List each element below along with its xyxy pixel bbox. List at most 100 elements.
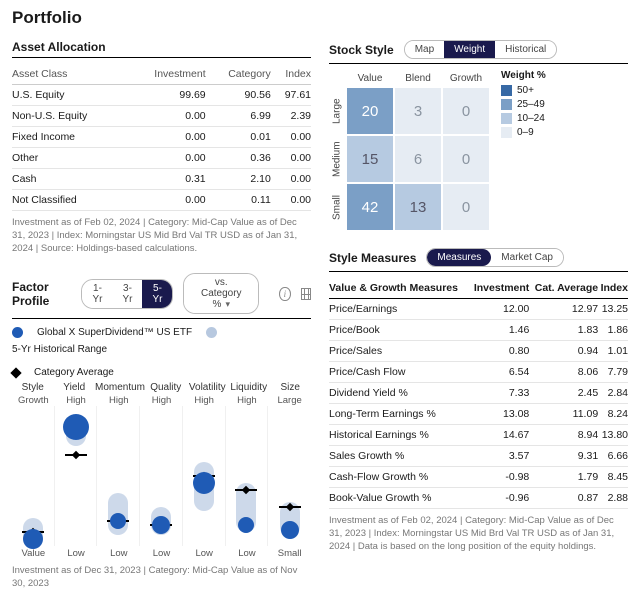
cell: 2.10 (206, 169, 271, 190)
cell: 1.79 (529, 467, 598, 488)
col-investment: Investment (469, 278, 529, 299)
legend-swatch (501, 113, 512, 124)
cell: 0.00 (127, 106, 206, 127)
table-row: Cash-Flow Growth %-0.981.798.45 (329, 467, 628, 488)
weight-legend: Weight % 50+25–4910–240–9 (501, 70, 546, 230)
factor-value-dot (152, 516, 170, 534)
cell: Cash (12, 169, 127, 190)
cell: 2.84 (598, 383, 628, 404)
cell: 99.69 (127, 85, 206, 106)
cell: 2.39 (271, 106, 311, 127)
table-row: Fixed Income0.000.010.00 (12, 127, 311, 148)
cell: Cash-Flow Growth % (329, 467, 469, 488)
factor-top-label: High (226, 395, 269, 406)
cell: Price/Cash Flow (329, 362, 469, 383)
tab-3yr[interactable]: 3-Yr (112, 280, 142, 308)
factor-bottom-label: Low (97, 546, 140, 559)
factor-name: Momentum (95, 382, 145, 395)
stock-style-tabs: Map Weight Historical (404, 40, 558, 59)
factor-category-marker (65, 454, 87, 456)
cell: 6.54 (469, 362, 529, 383)
table-row: Cash0.312.100.00 (12, 169, 311, 190)
cell: Price/Earnings (329, 299, 469, 320)
cell: 90.56 (206, 85, 271, 106)
factor-name: Size (270, 382, 311, 395)
cell: 2.88 (598, 488, 628, 509)
tab-map[interactable]: Map (405, 41, 444, 58)
legend-swatch (501, 127, 512, 138)
factor-category-marker (235, 489, 257, 491)
factor-value-dot (281, 521, 299, 539)
table-row: Price/Book1.461.831.86 (329, 320, 628, 341)
table-row: Non-U.S. Equity0.006.992.39 (12, 106, 311, 127)
factor-column (97, 406, 140, 546)
factor-value-dot (23, 529, 43, 549)
compare-select[interactable]: vs. Category %▾ (184, 274, 258, 313)
cell: 6.66 (598, 446, 628, 467)
tab-1yr[interactable]: 1-Yr (82, 280, 112, 308)
cell: 0.00 (127, 127, 206, 148)
tab-measures[interactable]: Measures (427, 249, 491, 266)
style-cell: 13 (395, 184, 441, 230)
cell: 1.01 (598, 341, 628, 362)
cell: 13.08 (469, 404, 529, 425)
col-cat-avg: Cat. Average (529, 278, 598, 299)
cell: Fixed Income (12, 127, 127, 148)
factor-top-label: High (140, 395, 183, 406)
tab-marketcap[interactable]: Market Cap (491, 249, 563, 266)
table-row: Book-Value Growth %-0.960.872.88 (329, 488, 628, 509)
style-cell: 42 (347, 184, 393, 230)
cell: 6.99 (206, 106, 271, 127)
cell: 13.25 (598, 299, 628, 320)
factor-column (12, 406, 55, 546)
cell: Price/Book (329, 320, 469, 341)
legend-swatch (501, 85, 512, 96)
cell: -0.98 (469, 467, 529, 488)
table-row: Not Classified0.000.110.00 (12, 190, 311, 211)
row-medium: Medium (329, 136, 345, 182)
cell: 8.06 (529, 362, 598, 383)
style-cell: 0 (443, 184, 489, 230)
legend-range-label: 5-Yr Historical Range (12, 344, 107, 355)
factor-compare-dropdown[interactable]: vs. Category %▾ (183, 273, 259, 314)
legend-range-dot (206, 327, 217, 338)
cell: Non-U.S. Equity (12, 106, 127, 127)
factor-value-dot (193, 472, 215, 494)
cell: 2.45 (529, 383, 598, 404)
style-cell: 3 (395, 88, 441, 134)
asset-allocation-footnote: Investment as of Feb 02, 2024 | Category… (12, 217, 311, 255)
style-measures-table: Value & Growth Measures Investment Cat. … (329, 278, 628, 509)
factor-profile-section: Factor Profile 1-Yr 3-Yr 5-Yr vs. Catego… (12, 273, 311, 591)
cell: Price/Sales (329, 341, 469, 362)
row-large: Large (329, 88, 345, 134)
factor-bottom-label: Low (226, 546, 269, 559)
factor-column (55, 406, 98, 546)
tab-5yr[interactable]: 5-Yr (142, 280, 172, 308)
tab-weight[interactable]: Weight (444, 41, 495, 58)
factor-value-dot (63, 414, 89, 440)
table-row: U.S. Equity99.6990.5697.61 (12, 85, 311, 106)
col-growth: Growth (443, 70, 489, 86)
table-view-icon[interactable] (301, 288, 311, 300)
cell: Dividend Yield % (329, 383, 469, 404)
factor-name: Volatility (187, 382, 229, 395)
legend-item: 25–49 (501, 99, 546, 110)
cell: 0.87 (529, 488, 598, 509)
table-row: Price/Earnings12.0012.9713.25 (329, 299, 628, 320)
table-row: Dividend Yield %7.332.452.84 (329, 383, 628, 404)
legend-item: 10–24 (501, 113, 546, 124)
info-icon[interactable]: i (279, 287, 290, 301)
col-blend: Blend (395, 70, 441, 86)
chevron-down-icon: ▾ (225, 299, 230, 309)
cell: 0.36 (206, 148, 271, 169)
style-cell: 15 (347, 136, 393, 182)
factor-bottom-label: Small (268, 546, 311, 559)
legend-item: 0–9 (501, 127, 546, 138)
tab-historical[interactable]: Historical (495, 41, 556, 58)
cell: Historical Earnings % (329, 425, 469, 446)
cell: -0.96 (469, 488, 529, 509)
cell: Book-Value Growth % (329, 488, 469, 509)
col-index: Index (598, 278, 628, 299)
style-measures-heading: Style Measures (329, 251, 416, 265)
table-row: Sales Growth %3.579.316.66 (329, 446, 628, 467)
